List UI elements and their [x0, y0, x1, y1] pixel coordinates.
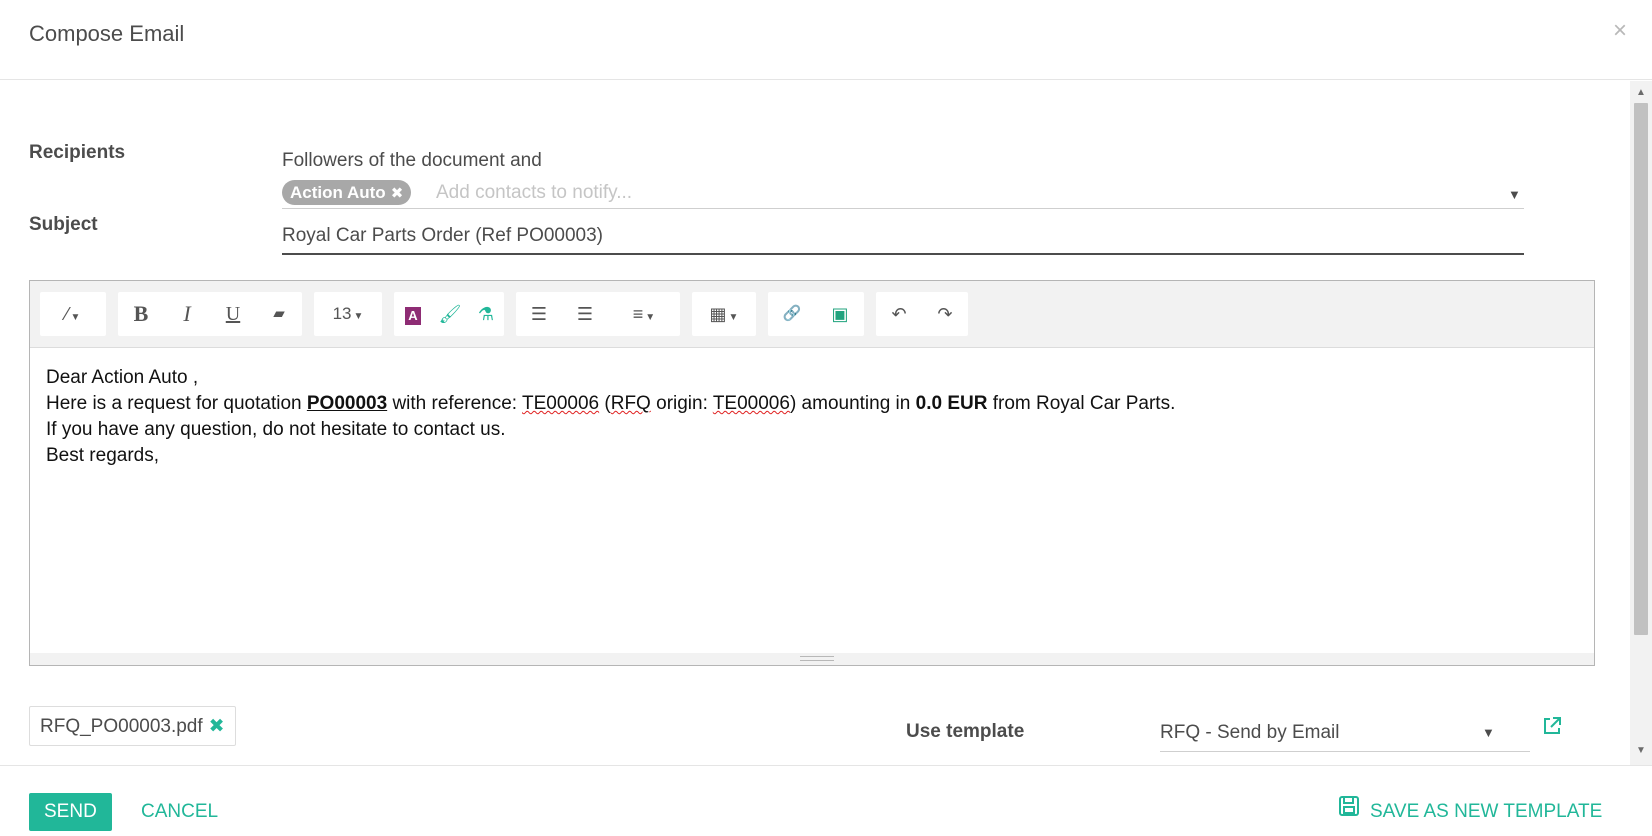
- align-dropdown[interactable]: ≡ ▼: [608, 292, 680, 336]
- link-icon[interactable]: 🔗: [768, 292, 816, 336]
- font-color-icon[interactable]: A: [394, 292, 432, 336]
- editor-resize-handle[interactable]: [30, 653, 1594, 665]
- dialog-header: Compose Email ×: [0, 0, 1652, 80]
- font-size-dropdown[interactable]: 13 ▼: [314, 292, 382, 336]
- dialog-footer: SEND CANCEL SAVE AS NEW TEMPLATE: [0, 765, 1652, 836]
- external-link-icon[interactable]: [1542, 716, 1562, 742]
- recipient-tag: Action Auto ✖: [282, 180, 412, 205]
- scroll-down-icon[interactable]: ▼: [1636, 745, 1646, 756]
- po-number: PO00003: [306, 393, 388, 414]
- brush-icon[interactable]: 🖌: [432, 292, 468, 336]
- undo-icon[interactable]: ↶: [876, 292, 922, 336]
- body-line-question: If you have any question, do not hesitat…: [46, 419, 506, 440]
- toolbar-group-para: ☰ ☰ ≡ ▼: [516, 292, 680, 336]
- vertical-scrollbar[interactable]: ▲ ▼: [1630, 81, 1652, 765]
- toolbar-group-style: ⁄ ▼: [40, 292, 106, 336]
- reference-value: TE00006: [522, 393, 600, 414]
- toolbar-group-table: ▦ ▼: [692, 292, 756, 336]
- magic-wand-icon: ⁄: [65, 304, 69, 324]
- eraser-icon[interactable]: ▰: [256, 292, 302, 336]
- recipients-prefix: Followers of the document and: [282, 150, 542, 171]
- align-icon: ≡: [632, 304, 644, 324]
- attachment-chip: RFQ_PO00003.pdf ✖: [29, 706, 236, 746]
- table-dropdown[interactable]: ▦ ▼: [692, 292, 756, 336]
- recipient-tag-label: Action Auto: [290, 183, 386, 202]
- toolbar-group-size: 13 ▼: [314, 292, 382, 336]
- attachment-filename[interactable]: RFQ_PO00003.pdf: [40, 716, 203, 737]
- recipients-dropdown-icon[interactable]: ▼: [1508, 187, 1521, 202]
- recipients-input[interactable]: Add contacts to notify...: [436, 180, 632, 205]
- toolbar-group-history: ↶ ↷: [876, 292, 968, 336]
- recipients-label: Recipients: [29, 142, 126, 163]
- cancel-button[interactable]: CANCEL: [141, 793, 218, 831]
- redo-icon[interactable]: ↷: [922, 292, 968, 336]
- save-as-template-button[interactable]: SAVE AS NEW TEMPLATE: [1338, 793, 1602, 831]
- body-line-greeting: Dear Action Auto ,: [46, 367, 199, 388]
- body-line-request: Here is a request for quotation PO00003 …: [46, 393, 1176, 414]
- body-line-regards: Best regards,: [46, 445, 159, 466]
- dialog-body: Recipients Followers of the document and…: [0, 81, 1630, 765]
- remove-tag-icon[interactable]: ✖: [391, 185, 404, 202]
- subject-label: Subject: [29, 214, 98, 235]
- send-button[interactable]: SEND: [29, 793, 112, 831]
- amount-value: 0.0 EUR: [915, 393, 988, 414]
- rfq-text: RFQ: [610, 393, 651, 414]
- scrollbar-thumb[interactable]: [1634, 103, 1648, 635]
- floppy-icon: [1338, 793, 1360, 831]
- font-size-value: 13: [332, 304, 352, 323]
- email-body-editor[interactable]: ⁄ ▼ B I U ▰ 13 ▼ A 🖌 ⚗ ☰ ☰ ≡ ▼ ▦ ▼ 🔗 ▣ ↶…: [29, 280, 1595, 666]
- origin-value: TE00006: [712, 393, 790, 414]
- template-value: RFQ - Send by Email: [1160, 722, 1340, 743]
- editor-toolbar: ⁄ ▼ B I U ▰ 13 ▼ A 🖌 ⚗ ☰ ☰ ≡ ▼ ▦ ▼ 🔗 ▣ ↶…: [30, 281, 1594, 348]
- image-icon[interactable]: ▣: [816, 292, 864, 336]
- close-icon[interactable]: ×: [1613, 17, 1627, 45]
- save-template-label: SAVE AS NEW TEMPLATE: [1370, 801, 1603, 823]
- use-template-label: Use template: [906, 721, 1025, 742]
- template-dropdown-icon[interactable]: ▼: [1482, 714, 1495, 752]
- toolbar-group-font: B I U ▰: [118, 292, 302, 336]
- toolbar-group-color: A 🖌 ⚗: [394, 292, 504, 336]
- underline-button[interactable]: U: [210, 292, 256, 336]
- italic-button[interactable]: I: [164, 292, 210, 336]
- recipients-field[interactable]: Action Auto ✖ Add contacts to notify... ▼: [282, 177, 1524, 209]
- toolbar-group-insert: 🔗 ▣: [768, 292, 864, 336]
- ordered-list-icon[interactable]: ☰: [562, 292, 608, 336]
- remove-attachment-icon[interactable]: ✖: [209, 716, 225, 737]
- style-dropdown[interactable]: ⁄ ▼: [40, 292, 106, 336]
- email-body-content[interactable]: Dear Action Auto , Here is a request for…: [46, 365, 1566, 469]
- subject-input[interactable]: Royal Car Parts Order (Ref PO00003): [282, 221, 1524, 255]
- scroll-up-icon[interactable]: ▲: [1636, 87, 1646, 98]
- template-select[interactable]: RFQ - Send by Email ▼: [1160, 714, 1530, 752]
- dialog-title: Compose Email: [29, 21, 185, 46]
- table-icon: ▦: [709, 304, 727, 324]
- unordered-list-icon[interactable]: ☰: [516, 292, 562, 336]
- flask-icon[interactable]: ⚗: [468, 292, 504, 336]
- bold-button[interactable]: B: [118, 292, 164, 336]
